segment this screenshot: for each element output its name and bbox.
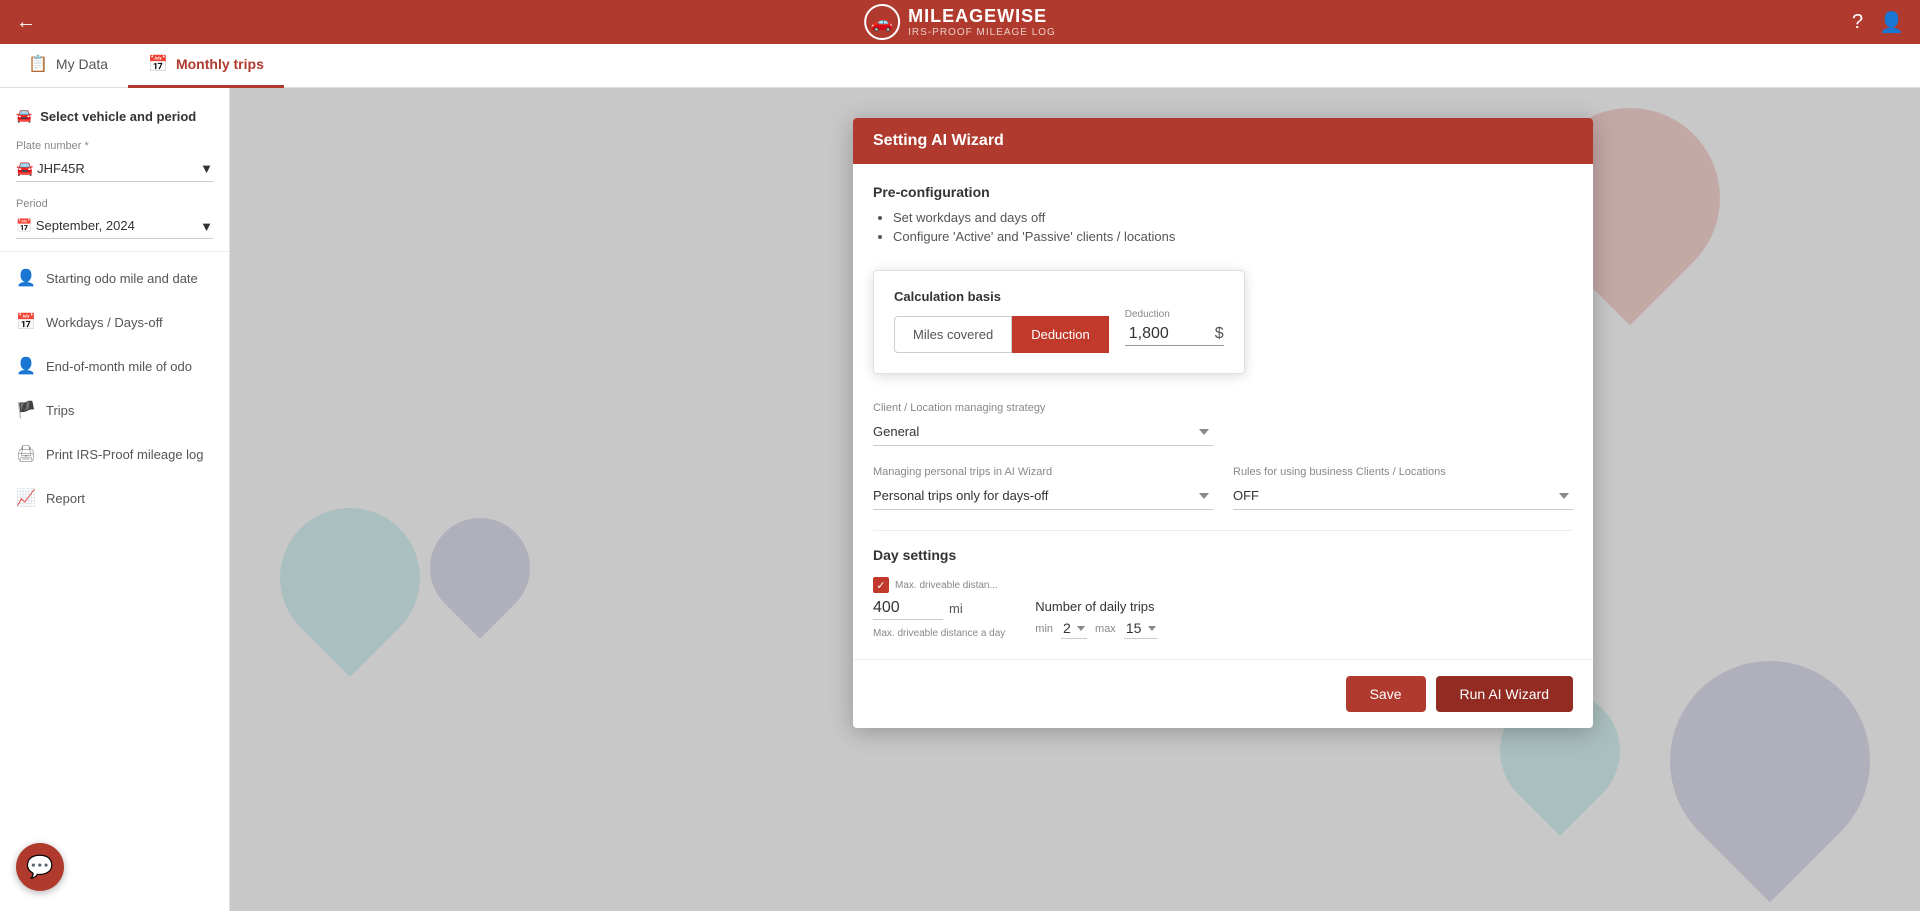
logo-icon: 🚗	[864, 4, 900, 40]
period-select[interactable]: 📅 September, 2024 ▼	[16, 214, 213, 239]
tab-bar: 📋 My Data 📅 Monthly trips	[0, 44, 1920, 88]
business-rules-label: Rules for using business Clients / Locat…	[1233, 466, 1573, 478]
max-drive-input-row: mi	[873, 597, 1005, 620]
chat-button[interactable]: 💬	[16, 843, 64, 891]
trips-label: Trips	[46, 403, 74, 418]
period-value: September, 2024	[36, 218, 135, 233]
main-layout: 🚘 Select vehicle and period Plate number…	[0, 88, 1920, 911]
vehicle-icon: 🚘	[16, 108, 32, 124]
client-location-group: Client / Location managing strategy Gene…	[873, 402, 1213, 446]
monthly-trips-icon: 📅	[148, 54, 168, 74]
business-rules-select[interactable]: OFF ON	[1233, 482, 1573, 510]
business-rules-group: Rules for using business Clients / Locat…	[1233, 466, 1573, 510]
back-button[interactable]: ←	[16, 11, 36, 34]
plate-select[interactable]: 🚘 JHF45R ▼	[16, 156, 213, 182]
bullet-2: Configure 'Active' and 'Passive' clients…	[893, 229, 1573, 244]
sidebar-item-trips[interactable]: 🏴 Trips	[0, 388, 229, 432]
max-label: max	[1095, 623, 1116, 635]
bullet-1: Set workdays and days off	[893, 210, 1573, 225]
plate-icon: 🚘	[16, 160, 33, 176]
tab-my-data[interactable]: 📋 My Data	[8, 44, 128, 88]
plate-value: JHF45R	[37, 161, 85, 176]
preconfig-title: Pre-configuration	[873, 184, 1573, 200]
calc-basis-row: Miles covered Deduction Deduction $	[894, 316, 1224, 353]
min-select[interactable]: 2 1 3	[1061, 618, 1087, 639]
wizard-form-grid: Client / Location managing strategy Gene…	[873, 402, 1573, 510]
tab-monthly-trips-label: Monthly trips	[176, 56, 264, 72]
period-label: Period	[16, 198, 213, 210]
min-label: min	[1035, 623, 1053, 635]
daily-trips-group: Number of daily trips min 2 1 3 max	[1035, 599, 1158, 639]
max-drive-label: Max. driveable distan...	[895, 580, 998, 591]
calendar-icon: 📅	[16, 218, 32, 233]
period-field: Period 📅 September, 2024 ▼	[0, 190, 229, 247]
client-location-select[interactable]: General Custom	[873, 418, 1213, 446]
plate-label: Plate number *	[16, 140, 213, 152]
map-background: Setting AI Wizard Pre-configuration Set …	[230, 88, 1920, 911]
miles-covered-button[interactable]: Miles covered	[894, 316, 1012, 353]
deduction-label: Deduction	[1125, 309, 1170, 320]
max-drive-unit: mi	[949, 601, 963, 616]
personal-trips-group: Managing personal trips in AI Wizard Per…	[873, 466, 1213, 510]
sidebar-item-starting-odo[interactable]: 👤 Starting odo mile and date	[0, 256, 229, 300]
client-location-label: Client / Location managing strategy	[873, 402, 1213, 414]
workdays-icon: 📅	[16, 312, 36, 332]
calc-basis-title: Calculation basis	[894, 289, 1224, 304]
starting-odo-label: Starting odo mile and date	[46, 271, 198, 286]
preconfig-bullets: Set workdays and days off Configure 'Act…	[873, 210, 1573, 244]
app-subtitle: IRS-PROOF MILEAGE LOG	[908, 27, 1056, 38]
logo-area: 🚗 MILEAGEWISE IRS-PROOF MILEAGE LOG	[864, 4, 1056, 40]
wizard-title: Setting AI Wizard	[873, 132, 1004, 149]
sidebar-item-end-odo[interactable]: 👤 End-of-month mile of odo	[0, 344, 229, 388]
max-drive-input[interactable]	[873, 597, 943, 620]
workdays-label: Workdays / Days-off	[46, 315, 163, 330]
period-chevron-icon: ▼	[200, 219, 213, 234]
personal-trips-select[interactable]: Personal trips only for days-off All day…	[873, 482, 1213, 510]
starting-odo-icon: 👤	[16, 268, 36, 288]
topbar: ← 🚗 MILEAGEWISE IRS-PROOF MILEAGE LOG ? …	[0, 0, 1920, 44]
sidebar: 🚘 Select vehicle and period Plate number…	[0, 88, 230, 911]
my-data-icon: 📋	[28, 54, 48, 74]
deduction-input[interactable]	[1125, 323, 1215, 345]
sidebar-item-print[interactable]: 🖨 Print IRS-Proof mileage log	[0, 432, 229, 476]
tab-my-data-label: My Data	[56, 56, 108, 72]
end-odo-label: End-of-month mile of odo	[46, 359, 192, 374]
deduction-field: Deduction $	[1125, 323, 1224, 346]
sidebar-item-report[interactable]: 📈 Report	[0, 476, 229, 520]
day-settings-title: Day settings	[873, 547, 1573, 563]
max-drive-group: Max. driveable distan... mi Max. driveab…	[873, 577, 1005, 639]
daily-trips-label: Number of daily trips	[1035, 599, 1158, 614]
print-icon: 🖨	[16, 444, 36, 464]
wizard-footer: Save Run AI Wizard	[853, 659, 1593, 728]
user-icon[interactable]: 👤	[1879, 10, 1904, 35]
wizard-header: Setting AI Wizard	[853, 118, 1593, 164]
plate-chevron-icon: ▼	[200, 161, 213, 176]
end-odo-icon: 👤	[16, 356, 36, 376]
calc-basis-popup: Calculation basis Miles covered Deductio…	[873, 270, 1245, 374]
trips-icon: 🏴	[16, 400, 36, 420]
daily-trips-row: min 2 1 3 max 15 10 20	[1035, 618, 1158, 639]
report-icon: 📈	[16, 488, 36, 508]
day-settings-row: Max. driveable distan... mi Max. driveab…	[873, 577, 1573, 639]
max-drive-checkbox[interactable]	[873, 577, 889, 593]
print-label: Print IRS-Proof mileage log	[46, 447, 204, 462]
max-drive-note: Max. driveable distance a day	[873, 628, 1005, 639]
deduction-button[interactable]: Deduction	[1012, 316, 1109, 353]
app-title: MILEAGEWISE	[908, 6, 1056, 27]
plate-number-field: Plate number * 🚘 JHF45R ▼	[0, 132, 229, 190]
max-select[interactable]: 15 10 20	[1124, 618, 1158, 639]
select-vehicle-title: 🚘 Select vehicle and period	[0, 96, 229, 132]
sidebar-item-workdays[interactable]: 📅 Workdays / Days-off	[0, 300, 229, 344]
tab-monthly-trips[interactable]: 📅 Monthly trips	[128, 44, 284, 88]
wizard-body: Pre-configuration Set workdays and days …	[853, 164, 1593, 659]
run-ai-wizard-button[interactable]: Run AI Wizard	[1436, 676, 1573, 712]
personal-trips-label: Managing personal trips in AI Wizard	[873, 466, 1213, 478]
deduction-currency-symbol: $	[1215, 325, 1224, 343]
report-label: Report	[46, 491, 85, 506]
help-icon[interactable]: ?	[1852, 11, 1863, 34]
wizard-modal: Setting AI Wizard Pre-configuration Set …	[853, 118, 1593, 728]
save-button[interactable]: Save	[1346, 676, 1426, 712]
chat-icon: 💬	[26, 854, 53, 880]
day-settings-section: Day settings Max. driveable distan... mi	[873, 530, 1573, 639]
